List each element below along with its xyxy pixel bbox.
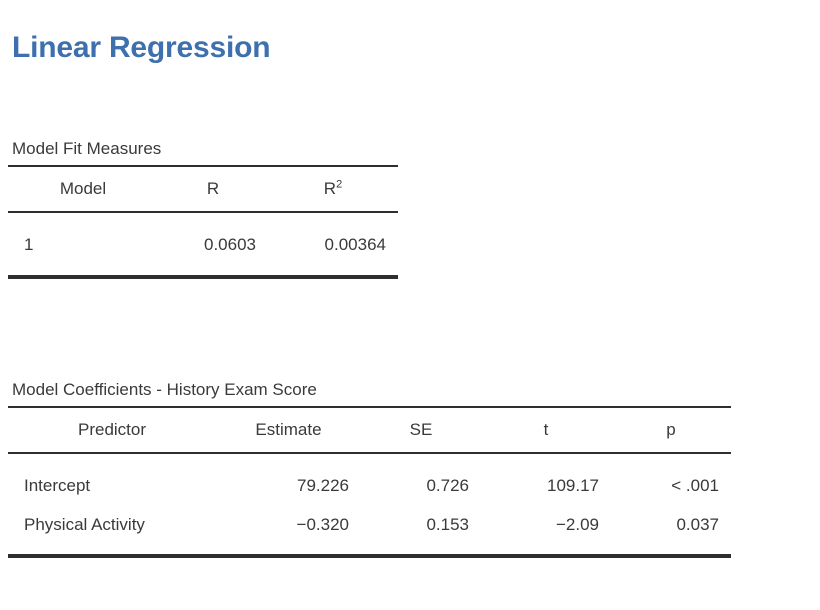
- cell-r-squared: 0.00364: [268, 212, 398, 279]
- cell-model: 1: [8, 212, 158, 279]
- cell-estimate: −0.320: [216, 505, 361, 558]
- cell-se: 0.726: [426, 475, 469, 495]
- column-header-t: t: [481, 406, 611, 454]
- cell-t: −2.09: [481, 505, 611, 558]
- model-coefficients-table-block: Model Coefficients - History Exam Score …: [8, 379, 731, 558]
- cell-predictor: Intercept: [24, 475, 91, 495]
- cell-predictor: Physical Activity: [8, 505, 216, 558]
- column-header-r: R: [158, 165, 268, 213]
- table-header-row: Model R R2: [8, 165, 398, 213]
- model-fit-measures-table-block: Model Fit Measures Model R R2 1 0.0603 0…: [8, 138, 398, 279]
- page-title: Linear Regression: [12, 31, 271, 64]
- column-header-model: Model: [8, 165, 158, 213]
- cell-r: 0.0603: [158, 212, 268, 279]
- model-coefficients-caption: Model Coefficients - History Exam Score: [12, 380, 317, 399]
- column-header-se: SE: [361, 406, 481, 454]
- column-header-r-squared: R2: [268, 165, 398, 213]
- model-fit-measures-caption: Model Fit Measures: [12, 139, 162, 158]
- cell-t: 109.17: [547, 475, 599, 495]
- table-row: 1 0.0603 0.00364: [8, 212, 398, 279]
- column-header-predictor: Predictor: [8, 406, 216, 454]
- cell-p: < .001: [671, 475, 719, 495]
- model-fit-measures-table: Model R R2 1 0.0603 0.00364: [8, 165, 398, 279]
- cell-p: 0.037: [611, 505, 731, 558]
- results-page: Linear Regression Model Fit Measures Mod…: [0, 0, 820, 610]
- column-header-estimate: Estimate: [216, 406, 361, 454]
- table-row: Physical Activity −0.320 0.153 −2.09 0.0…: [8, 505, 731, 558]
- column-header-p: p: [611, 406, 731, 454]
- cell-estimate: 79.226: [297, 475, 349, 495]
- cell-se: 0.153: [361, 505, 481, 558]
- model-coefficients-table: Predictor Estimate SE t p Intercept 79.2…: [8, 406, 731, 558]
- table-header-row: Predictor Estimate SE t p: [8, 406, 731, 454]
- r-squared-exponent: 2: [336, 178, 343, 191]
- table-row: Intercept 79.226 0.726 109.17 < .001: [8, 453, 731, 505]
- r-squared-base: R: [323, 179, 337, 198]
